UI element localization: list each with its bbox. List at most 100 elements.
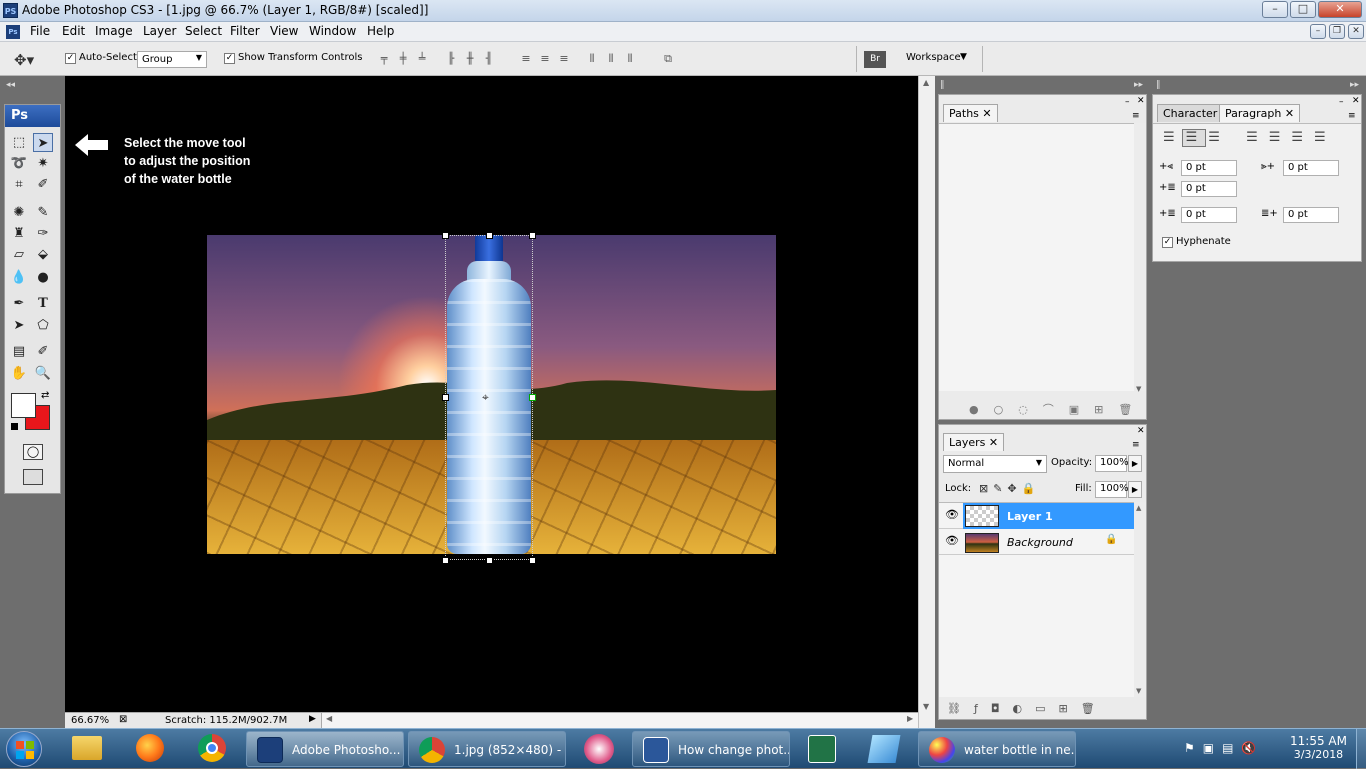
align-bottom-icon[interactable]: ╧ [414, 52, 430, 66]
brush-tool-icon[interactable]: ✎ [33, 203, 53, 222]
screen-mode-icon[interactable] [23, 469, 43, 485]
layer-row[interactable]: 👁 Background 🔒 [939, 529, 1134, 555]
scroll-up-icon[interactable]: ▲ [923, 78, 929, 87]
first-line-indent-field[interactable]: 0 pt [1181, 181, 1237, 197]
menu-layer[interactable]: Layer [143, 24, 176, 38]
type-tool-icon[interactable]: T [33, 294, 53, 313]
fill-field[interactable]: 100% [1095, 481, 1129, 498]
document-icon[interactable]: Ps [6, 25, 20, 39]
paths-scrollbar[interactable]: ▼ [1134, 123, 1146, 393]
distribute-top-icon[interactable]: ≡ [518, 52, 534, 66]
snipping-tool-icon[interactable] [584, 734, 614, 764]
layer-name[interactable]: Layer 1 [1007, 510, 1053, 523]
transform-handle[interactable] [486, 232, 493, 239]
align-vcenter-icon[interactable]: ╪ [395, 52, 411, 66]
workspace-dropdown-icon[interactable]: ▼ [960, 52, 967, 62]
auto-select-checkbox[interactable]: ✓ [65, 53, 76, 64]
align-left-icon[interactable]: ╟ [443, 52, 459, 66]
fill-slider-button[interactable]: ▶ [1128, 481, 1142, 498]
layer-row[interactable]: 👁 Layer 1 [939, 503, 1134, 529]
custom-shape-icon[interactable]: ⬠ [33, 316, 53, 335]
eraser-tool-icon[interactable]: ▱ [9, 245, 29, 264]
marquee-tool-icon[interactable]: ⬚ [9, 133, 29, 152]
collapse-dock-icon-2[interactable]: ▸▸ [1350, 80, 1359, 90]
zoom-level[interactable]: 66.67% [71, 715, 109, 726]
notes-tool-icon[interactable]: ▤ [9, 342, 29, 361]
transform-handle[interactable] [486, 557, 493, 564]
transform-handle[interactable] [442, 232, 449, 239]
pen-tool-icon[interactable]: ✒ [9, 294, 29, 313]
scroll-right-icon[interactable]: ▶ [907, 714, 913, 723]
panel-menu-icon[interactable]: ≡ [1132, 111, 1140, 121]
collapse-dock-icon[interactable]: ▸▸ [1134, 80, 1143, 90]
align-hcenter-icon[interactable]: ╫ [462, 52, 478, 66]
blend-mode-dropdown[interactable]: Normal ▼ [943, 455, 1047, 473]
panel-close-icon[interactable]: ✕ [1137, 96, 1145, 106]
transform-handle[interactable] [529, 557, 536, 564]
chrome-icon[interactable] [198, 734, 226, 762]
status-menu-icon[interactable]: ▶ [309, 714, 316, 724]
doc-restore-button[interactable]: ❐ [1329, 24, 1345, 39]
hyphenate-checkbox[interactable]: ✓ [1162, 237, 1173, 248]
distribute-vcenter-icon[interactable]: ≡ [537, 52, 553, 66]
taskbar-photoshop[interactable]: Adobe Photosho... [246, 731, 404, 767]
clone-stamp-icon[interactable]: ♜ [9, 224, 29, 243]
align-right-icon[interactable]: ╢ [481, 52, 497, 66]
slice-tool-icon[interactable]: ✐ [33, 175, 53, 194]
crop-tool-icon[interactable]: ⌗ [9, 175, 29, 194]
paint-bucket-icon[interactable]: ⬙ [33, 245, 53, 264]
scroll-left-icon[interactable]: ◀ [326, 714, 332, 723]
space-before-field[interactable]: 0 pt [1181, 207, 1237, 223]
distribute-right-icon[interactable]: ⦀ [622, 52, 638, 66]
layers-menu-icon[interactable]: ≡ [1132, 440, 1140, 450]
transform-handle[interactable] [442, 394, 449, 401]
taskbar-paint-window[interactable]: water bottle in ne... [918, 731, 1076, 767]
excel-icon[interactable] [808, 735, 836, 763]
transform-handle[interactable] [529, 394, 536, 401]
default-colors-icon[interactable] [11, 423, 18, 430]
lock-icons[interactable]: ⊠✎✥🔒 [979, 482, 1040, 495]
panel-minimize-icon[interactable]: – [1125, 97, 1130, 107]
visibility-eye-icon[interactable]: 👁 [945, 508, 959, 521]
transform-handle[interactable] [442, 557, 449, 564]
magic-wand-tool-icon[interactable]: ✷ [33, 154, 53, 173]
collapse-toolbox-icon[interactable]: ◂◂ [6, 80, 15, 90]
space-after-field[interactable]: 0 pt [1283, 207, 1339, 223]
canvas-vertical-scrollbar[interactable]: ▲ ▼ [918, 76, 935, 728]
transform-handle[interactable] [529, 232, 536, 239]
close-button[interactable]: ✕ [1318, 1, 1362, 18]
transform-center-icon[interactable]: ⌖ [482, 390, 489, 405]
zoom-tool-icon[interactable]: 🔍 [33, 364, 53, 383]
history-brush-icon[interactable]: ✑ [33, 224, 53, 243]
opacity-slider-button[interactable]: ▶ [1128, 455, 1142, 472]
indent-right-field[interactable]: 0 pt [1283, 160, 1339, 176]
menu-edit[interactable]: Edit [62, 24, 85, 38]
menu-filter[interactable]: Filter [230, 24, 260, 38]
swap-colors-icon[interactable]: ⇄ [41, 390, 49, 401]
minimize-button[interactable]: – [1262, 1, 1288, 18]
tab-paths[interactable]: Paths ✕ [943, 104, 998, 122]
show-transform-checkbox[interactable]: ✓ [224, 53, 235, 64]
para-menu-icon[interactable]: ≡ [1348, 111, 1356, 121]
distribute-hcenter-icon[interactable]: ⦀ [603, 52, 619, 66]
distribute-left-icon[interactable]: ⦀ [584, 52, 600, 66]
menu-image[interactable]: Image [95, 24, 133, 38]
layer-name[interactable]: Background [1007, 536, 1073, 549]
align-top-icon[interactable]: ╤ [376, 52, 392, 66]
eyedropper-icon[interactable]: ✐ [33, 342, 53, 361]
paths-footer-icons[interactable]: ●○◌⌒▣⊞🗑 [969, 401, 1147, 417]
show-desktop-button[interactable] [1356, 729, 1366, 769]
menu-file[interactable]: File [30, 24, 50, 38]
align-center-selected[interactable] [1182, 129, 1206, 147]
notes-app-icon[interactable] [867, 735, 901, 763]
menu-select[interactable]: Select [185, 24, 222, 38]
auto-select-dropdown[interactable]: Group ▼ [137, 51, 207, 68]
indent-left-field[interactable]: 0 pt [1181, 160, 1237, 176]
path-selection-icon[interactable]: ➤ [9, 316, 29, 335]
menu-view[interactable]: View [270, 24, 298, 38]
lasso-tool-icon[interactable]: ➰ [9, 154, 29, 173]
document-canvas[interactable]: ⌖ Select the move tool to adjust the pos… [65, 94, 918, 712]
system-tray-icons[interactable]: ⚑▣▤🔇 [1184, 741, 1264, 755]
menu-window[interactable]: Window [309, 24, 356, 38]
doc-minimize-button[interactable]: – [1310, 24, 1326, 39]
